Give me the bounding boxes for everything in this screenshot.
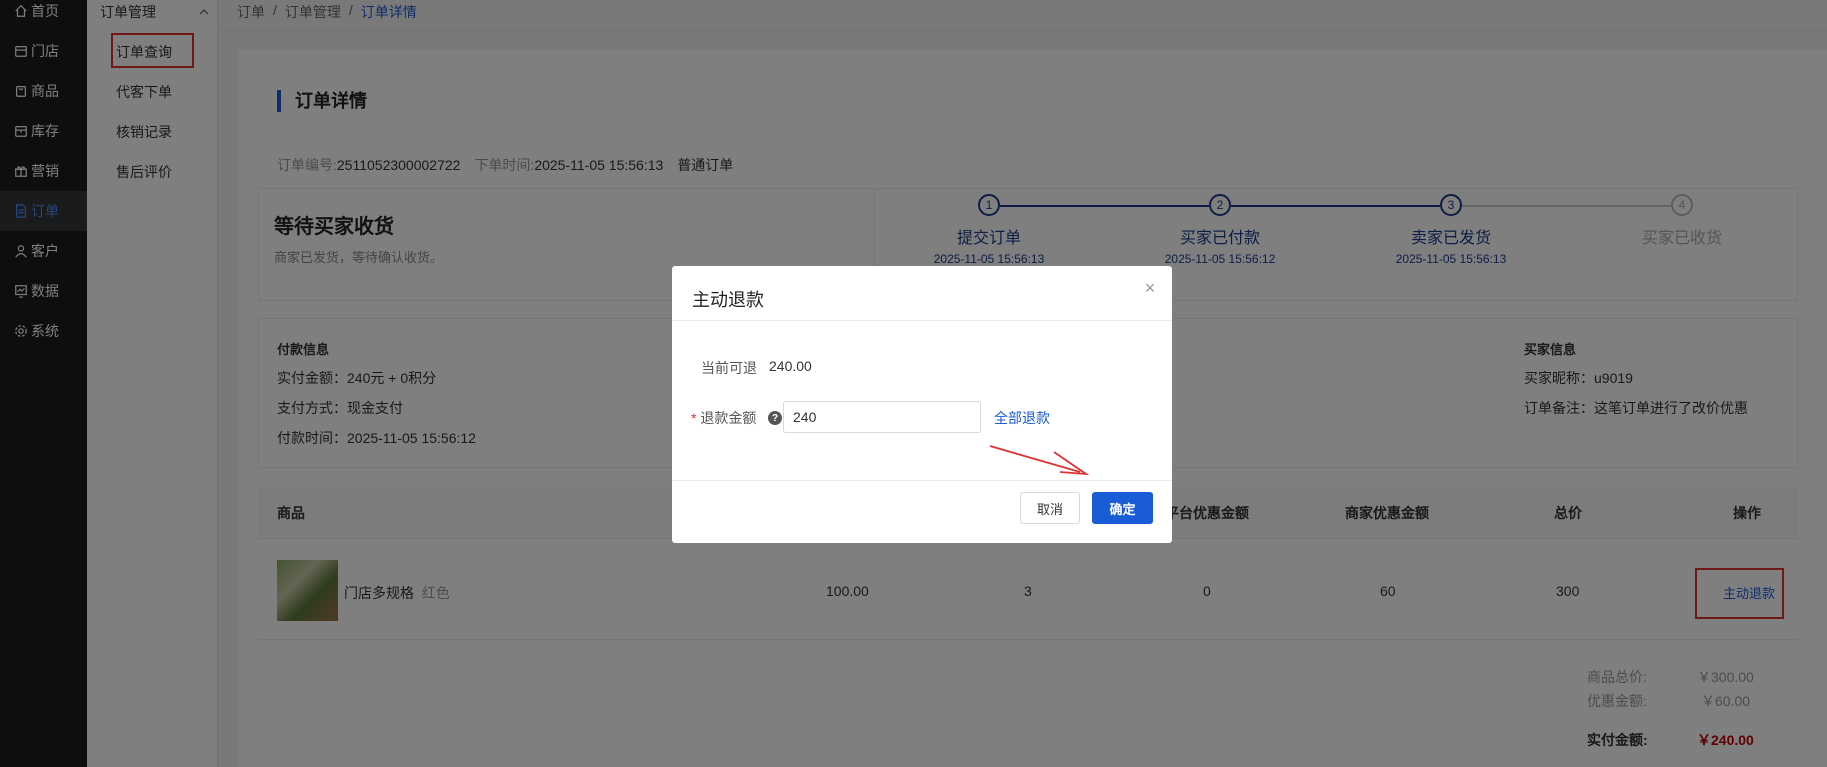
full-refund-link[interactable]: 全部退款 [994,408,1050,428]
help-icon[interactable]: ? [768,411,782,425]
refundable-value: 240.00 [769,358,812,374]
refundable-label: 当前可退 [701,360,757,376]
amount-label: * 退款金额 [691,410,757,426]
modal-title: 主动退款 [692,290,764,310]
refund-amount-input[interactable] [783,401,981,433]
annotation-arrow-icon [989,445,1090,476]
close-icon[interactable]: × [1140,278,1160,298]
required-mark: * [691,410,697,426]
divider [672,480,1172,481]
confirm-button[interactable]: 确定 [1092,492,1153,524]
cancel-button[interactable]: 取消 [1020,492,1080,524]
refund-modal: 主动退款 × 当前可退 240.00 * 退款金额 ? 全部退款 取消 确定 [672,266,1172,543]
divider [672,320,1172,321]
